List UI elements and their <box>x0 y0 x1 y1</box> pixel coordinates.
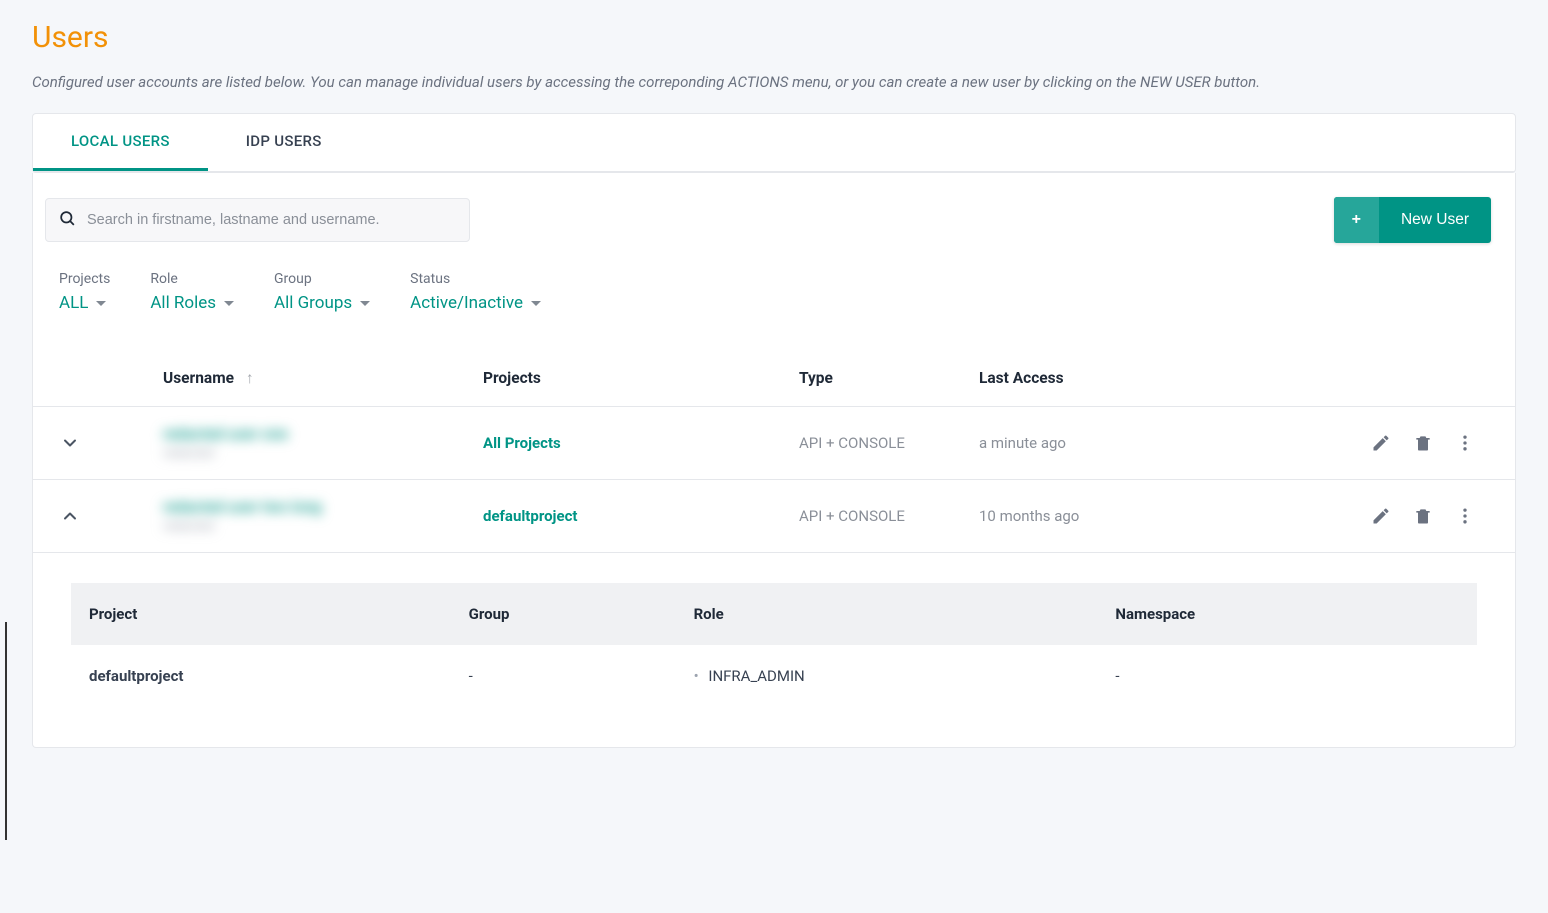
expand-toggle[interactable] <box>53 426 87 460</box>
projects-cell[interactable]: All Projects <box>483 434 799 452</box>
filter-status[interactable]: Status Active/Inactive <box>410 271 541 313</box>
detail-role-cell: INFRA_ADMIN <box>676 645 1098 707</box>
last-access-cell: 10 months ago <box>979 507 1229 525</box>
table-row: redacted user two long redacted defaultp… <box>33 479 1515 552</box>
type-cell: API + CONSOLE <box>799 507 979 525</box>
trash-icon[interactable] <box>1413 433 1433 453</box>
username-cell: redacted user one redacted <box>163 425 483 461</box>
row-detail-panel: Project Group Role Namespace defaultproj… <box>33 552 1515 747</box>
content-panel: + New User Projects ALL Role All Roles <box>32 173 1516 748</box>
tabs: LOCAL USERS IDP USERS <box>33 114 1515 172</box>
page-subtitle: Configured user accounts are listed belo… <box>32 73 1516 91</box>
last-access-cell: a minute ago <box>979 434 1229 452</box>
user-secondary: redacted <box>163 519 483 534</box>
filter-group-label: Group <box>274 271 370 287</box>
filter-projects-value: ALL <box>59 293 88 313</box>
tab-local-users[interactable]: LOCAL USERS <box>33 114 208 171</box>
detail-table: Project Group Role Namespace defaultproj… <box>71 583 1477 707</box>
filter-projects[interactable]: Projects ALL <box>59 271 110 313</box>
detail-project-cell: defaultproject <box>71 645 451 707</box>
user-secondary: redacted <box>163 446 483 461</box>
chevron-down-icon <box>531 301 541 306</box>
page-title: Users <box>32 20 1516 55</box>
col-username-label: Username <box>163 369 234 387</box>
more-vert-icon[interactable] <box>1455 506 1475 526</box>
detail-col-role: Role <box>676 583 1098 645</box>
filter-role-label: Role <box>150 271 234 287</box>
trash-icon[interactable] <box>1413 506 1433 526</box>
filter-projects-label: Projects <box>59 271 110 287</box>
detail-role-value: INFRA_ADMIN <box>694 667 805 685</box>
detail-col-namespace: Namespace <box>1097 583 1477 645</box>
tabs-card: LOCAL USERS IDP USERS <box>32 113 1516 173</box>
filter-role-value: All Roles <box>150 293 216 313</box>
detail-row: defaultproject - INFRA_ADMIN - <box>71 645 1477 707</box>
search-field[interactable] <box>45 198 470 242</box>
filter-status-value: Active/Inactive <box>410 293 523 313</box>
edit-icon[interactable] <box>1371 433 1391 453</box>
col-username[interactable]: Username ↑ <box>163 369 483 388</box>
search-input[interactable] <box>87 212 457 228</box>
col-projects[interactable]: Projects <box>483 369 799 388</box>
detail-namespace-cell: - <box>1097 645 1477 707</box>
type-cell: API + CONSOLE <box>799 434 979 452</box>
edit-icon[interactable] <box>1371 506 1391 526</box>
col-last-access[interactable]: Last Access <box>979 369 1229 388</box>
search-icon <box>58 209 77 232</box>
sort-asc-icon: ↑ <box>246 369 254 387</box>
chevron-down-icon <box>360 301 370 306</box>
detail-col-group: Group <box>451 583 676 645</box>
table-row: redacted user one redacted All Projects … <box>33 406 1515 479</box>
filter-group-value: All Groups <box>274 293 352 313</box>
filter-status-label: Status <box>410 271 541 287</box>
detail-group-cell: - <box>451 645 676 707</box>
new-user-label: New User <box>1379 197 1491 243</box>
filter-role[interactable]: Role All Roles <box>150 271 234 313</box>
decorative-mark <box>5 622 7 840</box>
username-cell: redacted user two long redacted <box>163 498 483 534</box>
filters-bar: Projects ALL Role All Roles Group All Gr… <box>33 253 1515 325</box>
expand-toggle[interactable] <box>53 499 87 533</box>
chevron-down-icon <box>96 301 106 306</box>
table-header: Username ↑ Projects Type Last Access <box>33 325 1515 406</box>
user-primary: redacted user two long <box>163 498 483 516</box>
projects-cell[interactable]: defaultproject <box>483 507 799 525</box>
col-type[interactable]: Type <box>799 369 979 388</box>
more-vert-icon[interactable] <box>1455 433 1475 453</box>
filter-group[interactable]: Group All Groups <box>274 271 370 313</box>
detail-col-project: Project <box>71 583 451 645</box>
new-user-button[interactable]: + New User <box>1334 197 1491 243</box>
tab-idp-users[interactable]: IDP USERS <box>208 114 360 171</box>
chevron-down-icon <box>224 301 234 306</box>
user-primary: redacted user one <box>163 425 483 443</box>
plus-icon: + <box>1334 197 1379 243</box>
